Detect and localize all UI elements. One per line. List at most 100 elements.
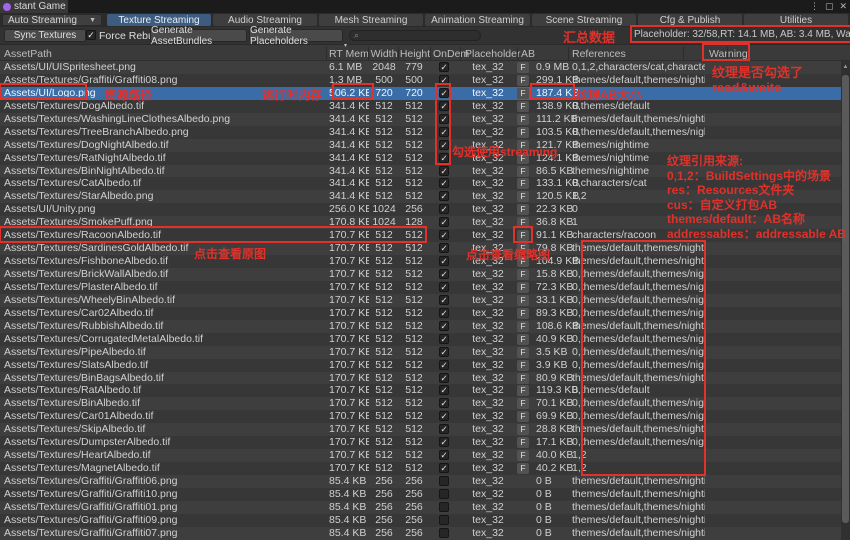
tab-scene-streaming[interactable]: Scene Streaming — [532, 14, 636, 26]
fix-button[interactable]: F — [517, 321, 529, 332]
table-row[interactable]: Assets/Textures/WheelyBinAlbedo.tif 170.… — [0, 294, 850, 307]
table-row[interactable]: Assets/Textures/DumpsterAlbedo.tif 170.7… — [0, 436, 850, 449]
fix-button[interactable]: F — [517, 347, 529, 358]
table-row[interactable]: Assets/Textures/TreeBranchAlbedo.png 341… — [0, 126, 850, 139]
ondem-checkbox[interactable]: ✓ — [439, 256, 449, 266]
fix-button[interactable]: F — [517, 243, 529, 254]
ondem-checkbox[interactable]: ✓ — [439, 178, 449, 188]
col-ab[interactable]: AB — [521, 48, 535, 60]
auto-streaming-dropdown[interactable]: Auto Streaming ▼ — [2, 14, 102, 26]
ondem-checkbox[interactable]: ✓ — [439, 450, 449, 460]
table-row[interactable]: Assets/Textures/DogAlbedo.tif 341.4 KB 5… — [0, 100, 850, 113]
col-warning[interactable]: Warning — [709, 48, 748, 60]
table-row[interactable]: Assets/Textures/PipeAlbedo.tif 170.7 KB … — [0, 346, 850, 359]
ondem-checkbox[interactable]: ✓ — [439, 424, 449, 434]
table-row[interactable]: Assets/Textures/RatNightAlbedo.tif 341.4… — [0, 152, 850, 165]
table-row[interactable]: Assets/Textures/Graffiti/Graffiti09.png … — [0, 514, 850, 527]
col-assetpath[interactable]: AssetPath — [4, 48, 52, 60]
fix-button[interactable]: F — [517, 178, 529, 189]
fix-button[interactable]: F — [517, 230, 529, 241]
generate-assetbundles-button[interactable]: Generate AssetBundles — [150, 29, 247, 42]
table-row[interactable]: Assets/Textures/RatAlbedo.tif 170.7 KB 5… — [0, 384, 850, 397]
ondem-checkbox[interactable]: ✓ — [439, 411, 449, 421]
table-row[interactable]: Assets/Textures/BinAlbedo.tif 170.7 KB 5… — [0, 397, 850, 410]
ondem-checkbox[interactable]: ✓ — [439, 127, 449, 137]
table-row[interactable]: Assets/Textures/RacoonAlbedo.tif 170.7 K… — [0, 229, 850, 242]
fix-button[interactable]: F — [517, 424, 529, 435]
fix-button[interactable]: F — [517, 373, 529, 384]
ondem-checkbox[interactable]: ✓ — [439, 295, 449, 305]
fix-button[interactable]: F — [517, 334, 529, 345]
fix-button[interactable]: F — [517, 166, 529, 177]
scroll-up-icon[interactable]: ▲ — [841, 62, 850, 72]
ondem-checkbox[interactable]: ✓ — [439, 114, 449, 124]
table-row[interactable]: Assets/Textures/CorrugatedMetalAlbedo.ti… — [0, 333, 850, 346]
col-placeholder[interactable]: Placeholder — [465, 48, 520, 60]
ondem-checkbox[interactable]: ✓ — [439, 360, 449, 370]
ondem-checkbox[interactable]: ✓ — [439, 282, 449, 292]
table-row[interactable]: Assets/Textures/SkipAlbedo.tif 170.7 KB … — [0, 423, 850, 436]
fix-button[interactable]: F — [517, 463, 529, 474]
table-row[interactable]: Assets/Textures/Graffiti/Graffiti06.png … — [0, 475, 850, 488]
table-row[interactable]: Assets/Textures/BinNightAlbedo.tif 341.4… — [0, 165, 850, 178]
table-row[interactable]: Assets/Textures/StarAlbedo.png 341.4 KB … — [0, 190, 850, 203]
fix-button[interactable]: F — [517, 88, 529, 99]
ondem-checkbox[interactable] — [439, 476, 449, 486]
ondem-checkbox[interactable]: ✓ — [439, 75, 449, 85]
ondem-checkbox[interactable]: ✓ — [439, 101, 449, 111]
tab-cfg-publish[interactable]: Cfg & Publish — [638, 14, 742, 26]
ondem-checkbox[interactable] — [439, 528, 449, 538]
maximize-icon[interactable]: ▢ — [825, 1, 834, 12]
close-icon[interactable]: ✕ — [839, 1, 847, 12]
table-row[interactable]: Assets/Textures/Car01Albedo.tif 170.7 KB… — [0, 410, 850, 423]
ondem-checkbox[interactable]: ✓ — [439, 140, 449, 150]
fix-button[interactable]: F — [517, 295, 529, 306]
fix-button[interactable]: F — [517, 62, 529, 73]
ondem-checkbox[interactable]: ✓ — [439, 204, 449, 214]
fix-button[interactable]: F — [517, 191, 529, 202]
col-ondem[interactable]: OnDem — [433, 48, 469, 60]
fix-button[interactable]: F — [517, 450, 529, 461]
table-row[interactable]: Assets/Textures/SardinesGoldAlbedo.tif 1… — [0, 242, 850, 255]
fix-button[interactable]: F — [517, 269, 529, 280]
sync-textures-button[interactable]: Sync Textures — [4, 29, 86, 42]
fix-button[interactable]: F — [517, 360, 529, 371]
table-row[interactable]: Assets/UI/Unity.png 256.0 KB 1024 256 ✓ … — [0, 203, 850, 216]
fix-button[interactable]: F — [517, 217, 529, 228]
vertical-scrollbar[interactable]: ▲ — [841, 61, 850, 540]
ondem-checkbox[interactable]: ✓ — [439, 153, 449, 163]
fix-button[interactable]: F — [517, 114, 529, 125]
table-row[interactable]: Assets/Textures/PlasterAlbedo.tif 170.7 … — [0, 281, 850, 294]
fix-button[interactable]: F — [517, 282, 529, 293]
fix-button[interactable]: F — [517, 398, 529, 409]
ondem-checkbox[interactable]: ✓ — [439, 463, 449, 473]
col-height[interactable]: Height — [399, 48, 431, 60]
fix-button[interactable]: F — [517, 308, 529, 319]
window-menu-icon[interactable]: ⋮ — [810, 1, 819, 12]
table-row[interactable]: Assets/Textures/Graffiti/Graffiti10.png … — [0, 488, 850, 501]
table-row[interactable]: Assets/Textures/DogNightAlbedo.tif 341.4… — [0, 139, 850, 152]
table-row[interactable]: Assets/Textures/BinBagsAlbedo.tif 170.7 … — [0, 372, 850, 385]
ondem-checkbox[interactable]: ✓ — [439, 243, 449, 253]
search-input[interactable]: ⌕ — [349, 30, 481, 41]
table-row[interactable]: Assets/UI/Logo.png 506.2 KB 720 720 ✓ te… — [0, 87, 850, 100]
table-row[interactable]: Assets/Textures/WashingLineClothesAlbedo… — [0, 113, 850, 126]
table-row[interactable]: Assets/Textures/MagnetAlbedo.tif 170.7 K… — [0, 462, 850, 475]
fix-button[interactable]: F — [517, 437, 529, 448]
fix-button[interactable]: F — [517, 153, 529, 164]
col-width[interactable]: Width — [369, 48, 399, 60]
table-row[interactable]: Assets/Textures/RubbishAlbedo.tif 170.7 … — [0, 320, 850, 333]
fix-button[interactable]: F — [517, 101, 529, 112]
ondem-checkbox[interactable]: ✓ — [439, 308, 449, 318]
fix-button[interactable]: F — [517, 140, 529, 151]
ondem-checkbox[interactable]: ✓ — [439, 217, 449, 227]
table-row[interactable]: Assets/Textures/FishboneAlbedo.tif 170.7… — [0, 255, 850, 268]
fix-button[interactable]: F — [517, 75, 529, 86]
col-references[interactable]: References — [572, 48, 626, 60]
fix-button[interactable]: F — [517, 385, 529, 396]
tab-utilities[interactable]: Utilities — [744, 14, 848, 26]
scrollbar-thumb[interactable] — [842, 75, 849, 523]
force-rebuild-checkbox[interactable]: ✓ — [86, 30, 96, 40]
col-rtmem[interactable]: RT Mem — [329, 48, 369, 60]
ondem-checkbox[interactable]: ✓ — [439, 62, 449, 72]
